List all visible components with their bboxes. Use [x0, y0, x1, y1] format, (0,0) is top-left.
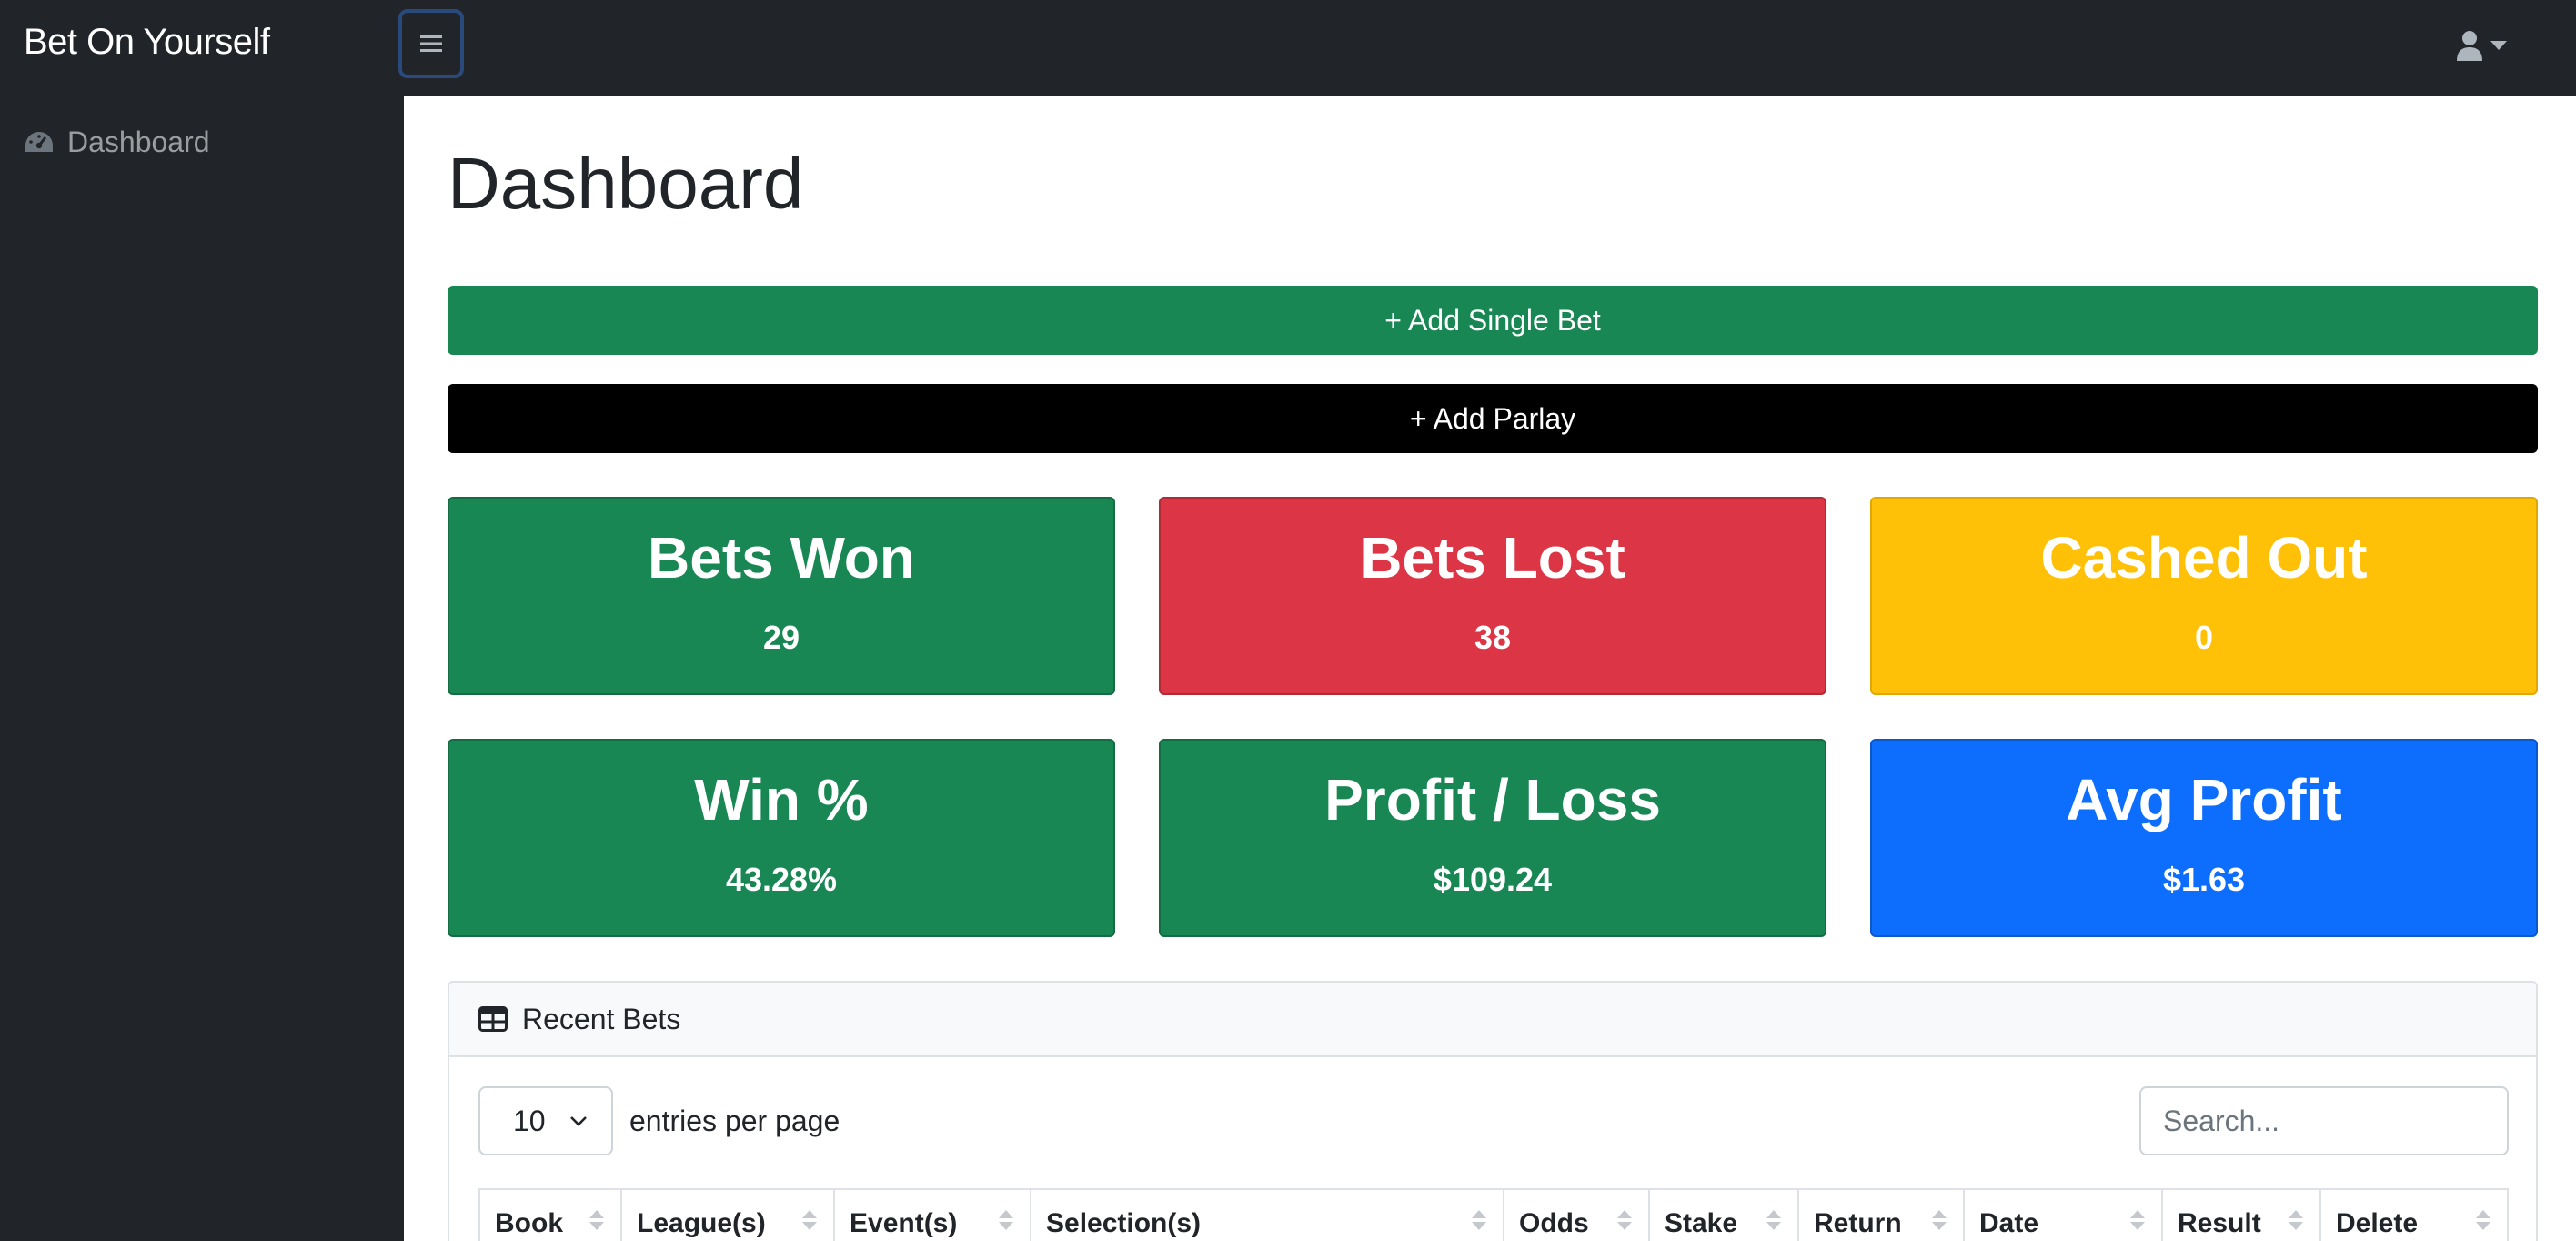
main-content: Dashboard + Add Single Bet + Add Parlay … [404, 96, 2576, 1241]
stat-value: 43.28% [725, 861, 838, 898]
sort-icon [1617, 1210, 1632, 1230]
sidebar: Dashboard [0, 96, 404, 1241]
sort-icon [2476, 1210, 2490, 1230]
sort-icon [2130, 1210, 2145, 1230]
hamburger-icon [420, 35, 442, 52]
card-title: Recent Bets [522, 1002, 681, 1035]
stat-card-profit-loss: Profit / Loss $109.24 [1159, 739, 1826, 937]
entries-label: entries per page [629, 1104, 840, 1137]
stat-value: $109.24 [1433, 861, 1553, 898]
column-header-result[interactable]: Result [2161, 1190, 2319, 1241]
search-input[interactable] [2139, 1086, 2509, 1155]
stat-value: $1.63 [2162, 861, 2246, 898]
stat-card-avg-profit: Avg Profit $1.63 [1870, 739, 2538, 937]
sort-icon [1766, 1210, 1781, 1230]
entries-value: 10 [513, 1104, 546, 1137]
page-title: Dashboard [448, 143, 804, 224]
recent-bets-card: Recent Bets 10 entries per page Book Lea… [448, 981, 2538, 1241]
card-header: Recent Bets [449, 983, 2536, 1057]
column-header-odds[interactable]: Odds [1503, 1190, 1648, 1241]
table-icon [478, 1006, 508, 1032]
column-header-stake[interactable]: Stake [1648, 1190, 1797, 1241]
brand-link[interactable]: Bet On Yourself [24, 22, 270, 63]
stat-title: Bets Lost [1360, 525, 1625, 590]
stat-card-cashed-out: Cashed Out 0 [1870, 497, 2538, 695]
column-header-events[interactable]: Event(s) [833, 1190, 1030, 1241]
sidebar-toggle-button[interactable] [398, 9, 464, 78]
column-header-date[interactable]: Date [1963, 1190, 2161, 1241]
stat-title: Bets Won [648, 525, 915, 590]
chevron-down-icon [570, 1116, 587, 1126]
stat-card-win-percent: Win % 43.28% [448, 739, 1115, 937]
add-single-bet-button[interactable]: + Add Single Bet [448, 286, 2538, 355]
sidebar-item-label: Dashboard [67, 126, 210, 158]
sort-icon [999, 1210, 1013, 1230]
column-header-return[interactable]: Return [1797, 1190, 1963, 1241]
stat-title: Avg Profit [2066, 767, 2342, 832]
stat-title: Profit / Loss [1324, 767, 1661, 832]
entries-per-page-select[interactable]: 10 [478, 1086, 613, 1155]
column-header-delete[interactable]: Delete [2319, 1190, 2509, 1241]
sidebar-item-dashboard[interactable]: Dashboard [24, 126, 210, 159]
user-dropdown[interactable] [2456, 25, 2507, 66]
stat-title: Cashed Out [2040, 525, 2368, 590]
chevron-down-icon [2490, 41, 2507, 50]
add-parlay-button[interactable]: + Add Parlay [448, 384, 2538, 453]
table-header-row: Book League(s) Event(s) Selection(s) Odd… [478, 1188, 2509, 1241]
sort-icon [1472, 1210, 1486, 1230]
tachometer-icon [25, 131, 53, 152]
stat-value: 29 [762, 619, 800, 656]
column-header-selections[interactable]: Selection(s) [1030, 1190, 1503, 1241]
sort-icon [589, 1210, 604, 1230]
stat-card-bets-lost: Bets Lost 38 [1159, 497, 1826, 695]
sort-icon [802, 1210, 817, 1230]
stat-card-bets-won: Bets Won 29 [448, 497, 1115, 695]
stat-value: 38 [1474, 619, 1512, 656]
entries-control: 10 entries per page [478, 1086, 840, 1155]
sort-icon [1932, 1210, 1947, 1230]
top-navbar: Bet On Yourself [0, 0, 2576, 96]
stat-title: Win % [694, 767, 869, 832]
column-header-book[interactable]: Book [478, 1190, 620, 1241]
user-icon [2457, 31, 2482, 61]
stat-value: 0 [2194, 619, 2214, 656]
sort-icon [2289, 1210, 2303, 1230]
column-header-leagues[interactable]: League(s) [620, 1190, 833, 1241]
